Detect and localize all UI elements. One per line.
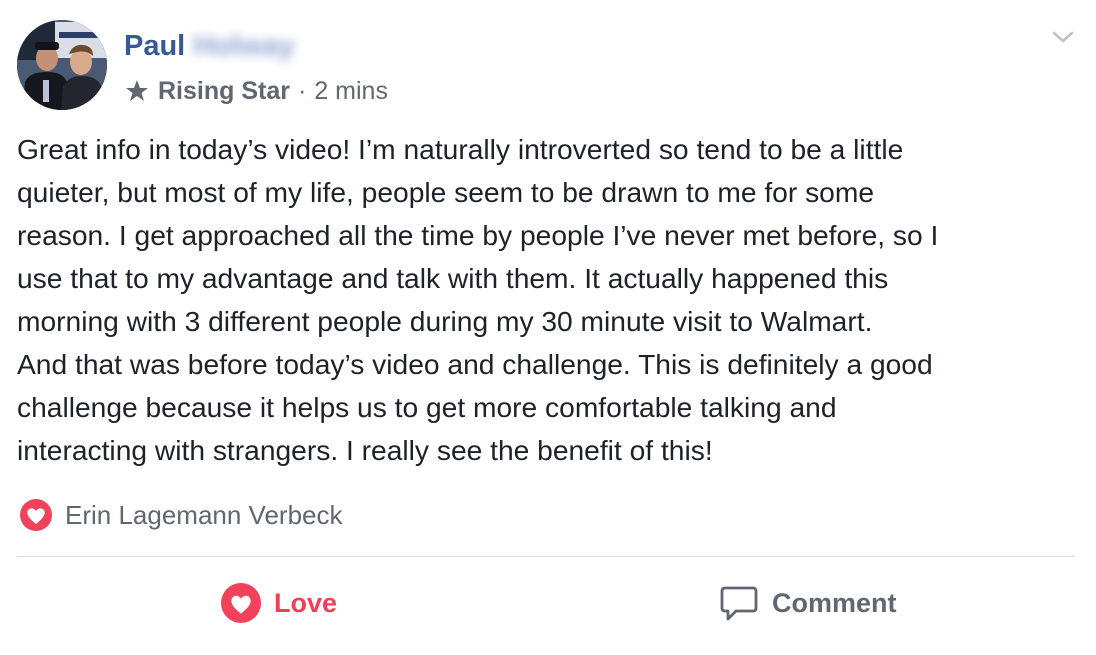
love-reaction-icon xyxy=(220,582,262,624)
post-body: Great info in today’s video! I’m natural… xyxy=(17,133,939,466)
love-button-label: Love xyxy=(274,587,338,618)
author-line: Paul Holway xyxy=(124,28,295,64)
love-reaction-icon xyxy=(17,496,55,534)
divider xyxy=(17,556,1075,557)
avatar-photo xyxy=(17,20,107,110)
post-timestamp[interactable]: 2 mins xyxy=(314,77,388,106)
badge-label[interactable]: Rising Star xyxy=(158,77,290,106)
reactor-name[interactable]: Erin Lagemann Verbeck xyxy=(65,500,343,531)
comment-button[interactable]: Comment xyxy=(718,578,897,628)
comment-button-label: Comment xyxy=(772,587,897,618)
author-surname-obscured[interactable]: Holway xyxy=(193,30,295,63)
post-card: Paul Holway Rising Star · 2 mins Great i… xyxy=(0,0,1096,655)
star-icon xyxy=(124,78,150,104)
meta-separator: · xyxy=(297,76,307,105)
reactions-summary[interactable]: Erin Lagemann Verbeck xyxy=(17,496,343,534)
love-button[interactable]: Love xyxy=(220,578,337,628)
author-name[interactable]: Paul xyxy=(124,30,185,63)
comment-bubble-icon xyxy=(718,582,760,624)
avatar[interactable] xyxy=(17,20,107,110)
post-meta: Rising Star · 2 mins xyxy=(124,74,388,108)
chevron-down-icon[interactable] xyxy=(1050,26,1076,48)
